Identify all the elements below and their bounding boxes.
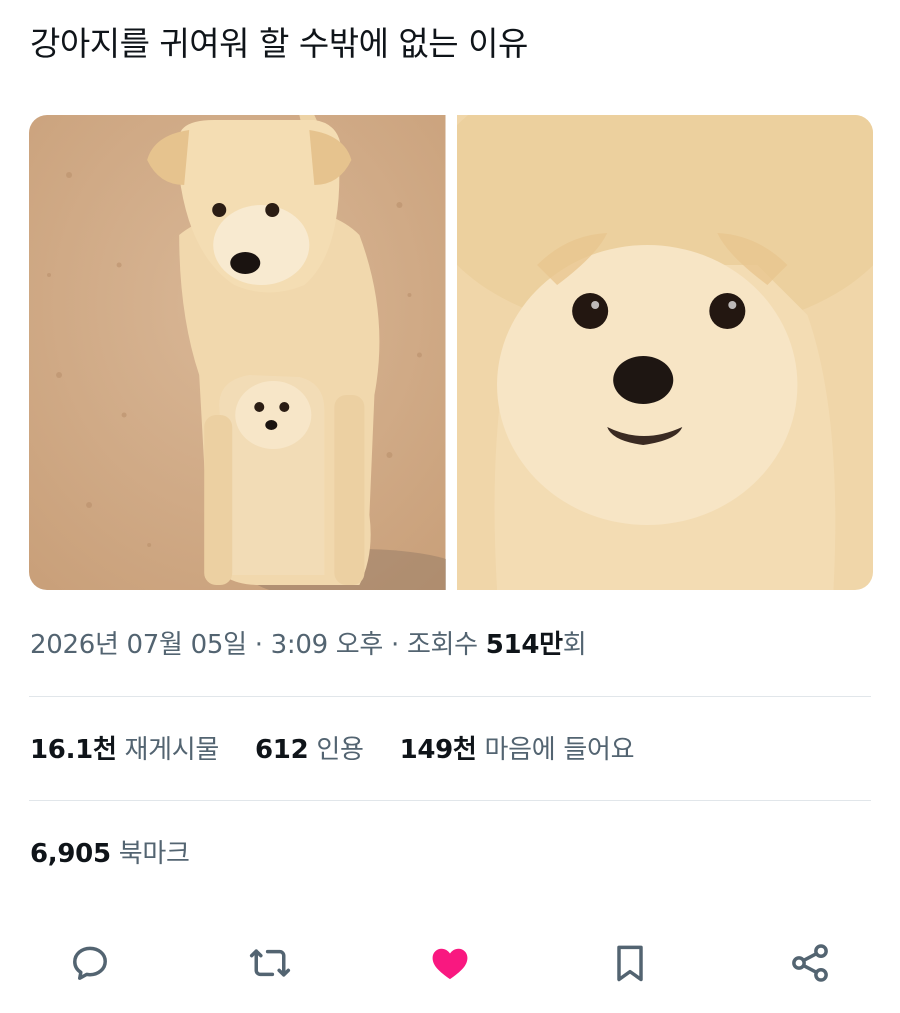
share-button[interactable] — [782, 935, 838, 991]
quotes-count: 612 — [255, 735, 309, 765]
bookmark-button[interactable] — [602, 935, 658, 991]
meta-separator: · — [246, 630, 271, 660]
reply-button[interactable] — [62, 935, 118, 991]
reposts-label: 재게시물 — [124, 735, 220, 765]
bookmark-icon — [617, 945, 643, 982]
reposts-count: 16.1천 — [30, 735, 117, 765]
puppy-closeup-image — [456, 115, 873, 590]
reply-icon — [73, 946, 107, 980]
engagement-stats: 16.1천 재게시물 612 인용 149천 마음에 들어요 — [30, 730, 662, 770]
bookmarks-stat[interactable]: 6,905 북마크 — [30, 834, 190, 874]
photo-puppy-closeup[interactable] — [456, 115, 873, 590]
photo-adult-dog-with-puppy[interactable] — [29, 115, 446, 590]
views-label: 조회수 — [406, 630, 486, 660]
likes-stat[interactable]: 149천 마음에 들어요 — [400, 730, 635, 770]
repost-button[interactable] — [242, 935, 298, 991]
repost-icon — [249, 949, 291, 977]
dog-photo-image — [29, 115, 446, 590]
post-time[interactable]: 3:09 오후 — [271, 630, 384, 660]
heart-icon — [432, 948, 468, 980]
divider — [29, 800, 871, 801]
bookmarks-label: 북마크 — [118, 839, 190, 869]
like-button[interactable] — [422, 935, 478, 991]
divider — [29, 696, 871, 697]
quotes-stat[interactable]: 612 인용 — [255, 730, 364, 770]
likes-label: 마음에 들어요 — [484, 735, 635, 765]
post-title: 강아지를 귀여워 할 수밖에 없는 이유 — [30, 24, 528, 63]
likes-count: 149천 — [399, 735, 477, 765]
views-suffix: 회 — [562, 630, 587, 660]
reposts-stat[interactable]: 16.1천 재게시물 — [30, 730, 219, 770]
bookmarks-count: 6,905 — [30, 839, 111, 869]
meta-separator: · — [383, 630, 407, 660]
post-date[interactable]: 2026년 07월 05일 — [30, 630, 247, 660]
post-meta: 2026년 07월 05일 · 3:09 오후 · 조회수 514만회 — [30, 625, 587, 665]
media-gallery[interactable] — [29, 115, 873, 590]
share-icon — [792, 944, 828, 982]
quotes-label: 인용 — [316, 735, 364, 765]
views-count: 514만 — [485, 630, 563, 660]
action-bar — [0, 935, 900, 991]
